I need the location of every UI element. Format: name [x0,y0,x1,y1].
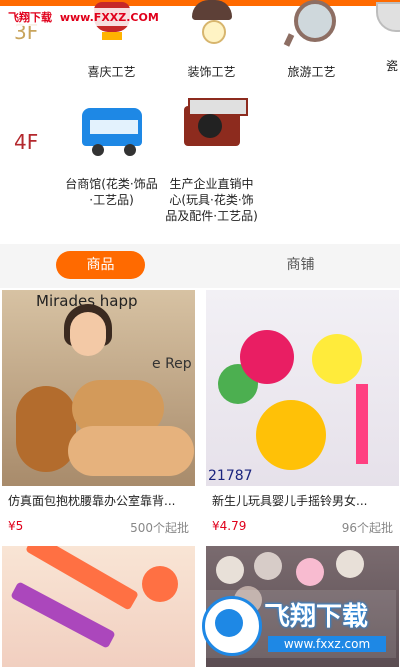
watermark-logo-icon [202,596,262,656]
category-item[interactable]: 旅游工艺 [264,0,359,80]
watermark-brand: 飞翔下载 [264,602,369,632]
category-item[interactable]: 生产企业直销中心(玩具·花类·饰品及配件·工艺品) [164,98,259,224]
record-player-icon [183,98,248,146]
category-label: 生产企业直销中心(玩具·花类·饰品及配件·工艺品) [165,177,258,223]
category-label: 旅游工艺 [287,65,336,79]
watermark-top: 飞翔下载 www.FXXZ.COM [4,8,163,26]
floor-label: 4F [14,130,39,154]
watermark-brand: 飞翔下载 [8,11,52,24]
product-image[interactable]: 21787 [206,290,399,486]
product-title: 新生儿玩具婴儿手摇铃男女... [212,494,368,508]
category-label: 瓷 [386,59,399,73]
product-price: ¥5 [8,519,24,533]
product-card[interactable] [2,546,195,667]
lamp-icon [191,0,232,20]
product-card[interactable]: Mirades happ e Rep 仿真面包抱枕腰靠办公室靠背... ¥5 5… [2,290,195,536]
watermark-bottom: 飞翔下载 www.fxxz.com [198,590,396,658]
product-card[interactable]: 21787 新生儿玩具婴儿手摇铃男女... ¥4.79 96个起批 [206,290,399,536]
bowl-icon [376,2,400,32]
tab-shops[interactable]: 商铺 [256,251,345,279]
category-item[interactable]: 台商馆(花类·饰品·工艺品) [64,102,159,208]
category-item[interactable]: 装饰工艺 [164,0,259,80]
category-label: 台商馆(花类·饰品·工艺品) [65,177,158,207]
category-label: 装饰工艺 [187,65,236,79]
product-moq: 96个起批 [341,521,393,535]
category-item[interactable]: 瓷 [366,0,400,74]
tab-products[interactable]: 商品 [56,251,145,279]
product-moq: 500个起批 [130,521,189,535]
watermark-domain: www.fxxz.com [268,636,386,652]
product-title: 仿真面包抱枕腰靠办公室靠背... [8,494,176,508]
product-price: ¥4.79 [212,519,247,533]
product-image[interactable] [2,546,195,667]
tab-bar: 商品 商铺 [0,244,400,288]
watermark-domain: www.FXXZ.COM [59,11,159,24]
image-text: 21787 [208,468,253,484]
bus-toy-icon [81,108,142,146]
floor-4f: 4F 台商馆(花类·饰品·工艺品) 生产企业直销中心(玩具·花类·饰品及配件·工… [0,96,400,244]
product-image[interactable]: Mirades happ e Rep [2,290,195,486]
category-label: 喜庆工艺 [87,65,136,79]
image-text: e Rep [152,356,192,372]
compass-icon [293,0,336,42]
